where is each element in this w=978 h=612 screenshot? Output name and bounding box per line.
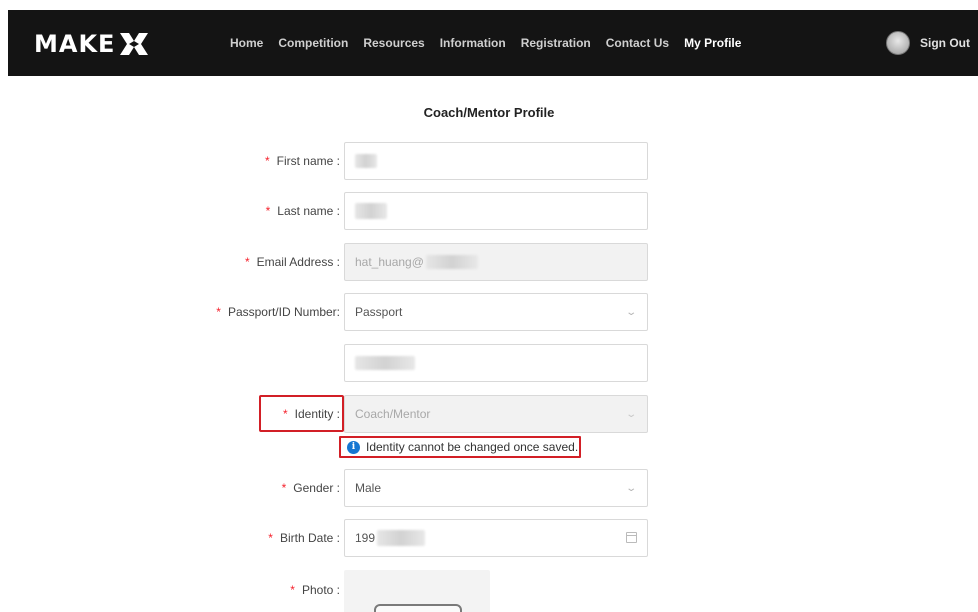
required-mark: * — [268, 531, 273, 545]
page-title: Coach/Mentor Profile — [423, 105, 555, 120]
gender-label-wrap: * Gender : — [282, 469, 340, 507]
last-name-label-wrap: * Last name : — [266, 192, 340, 230]
passport-type-value: Passport — [355, 305, 403, 319]
last-name-label: Last name : — [277, 204, 340, 218]
email-label: Email Address : — [256, 255, 340, 269]
birth-date-label-wrap: * Birth Date : — [268, 519, 340, 557]
first-name-row: * First name : — [0, 142, 978, 180]
passport-number-row — [0, 344, 978, 382]
nav-registration[interactable]: Registration — [521, 36, 591, 50]
required-mark: * — [264, 154, 270, 168]
nav-information[interactable]: Information — [440, 36, 506, 50]
identity-select: Coach/Mentor ⌄ — [344, 395, 648, 433]
required-mark: * — [216, 305, 221, 319]
gender-value: Male — [355, 481, 382, 495]
logo-x-mark-icon — [120, 33, 149, 55]
redacted-value — [377, 530, 426, 546]
first-name-label: First name : — [276, 154, 340, 168]
passport-row: * Passport/ID Number: Passport ⌄ — [0, 293, 978, 331]
calendar-icon[interactable] — [626, 532, 637, 543]
email-row: * Email Address : hat_huang@ — [0, 243, 978, 281]
required-mark: * — [290, 583, 295, 597]
required-mark: * — [281, 481, 287, 495]
required-mark: * — [244, 255, 250, 269]
logo-text: MAKE — [34, 30, 116, 58]
identity-row: * Identity : Coach/Mentor ⌄ — [0, 395, 978, 433]
gender-select[interactable]: Male ⌄ — [344, 469, 648, 507]
email-label-wrap: * Email Address : — [245, 243, 340, 281]
chevron-down-icon: ⌄ — [624, 483, 637, 494]
identity-notice-text: Identity cannot be changed once saved. — [366, 440, 579, 454]
makex-logo[interactable]: MAKE — [34, 30, 149, 58]
birth-date-row: * Birth Date : 199 — [0, 519, 978, 557]
user-area: Sign Out — [886, 10, 970, 76]
passport-type-select[interactable]: Passport ⌄ — [344, 293, 648, 331]
last-name-input[interactable] — [344, 192, 648, 230]
last-name-row: * Last name : — [0, 192, 978, 230]
nav-my-profile[interactable]: My Profile — [684, 36, 741, 50]
chevron-down-icon: ⌄ — [624, 307, 637, 318]
identity-value: Coach/Mentor — [355, 407, 431, 421]
photo-label: Photo : — [301, 583, 340, 597]
redacted-value — [355, 154, 377, 168]
identity-notice: i Identity cannot be changed once saved. — [339, 436, 581, 458]
email-value: hat_huang@ — [355, 255, 424, 269]
sign-out-link[interactable]: Sign Out — [920, 36, 970, 50]
first-name-label-wrap: * First name : — [265, 142, 340, 180]
identity-label-highlight — [259, 395, 344, 432]
photo-upload-area[interactable] — [344, 570, 490, 612]
nav-links: Home Competition Resources Information R… — [230, 10, 756, 76]
email-field: hat_huang@ — [344, 243, 648, 281]
photo-label-wrap: * Photo : — [290, 571, 340, 609]
info-circle-icon: i — [347, 440, 360, 454]
first-name-input[interactable] — [344, 142, 648, 180]
redacted-value — [355, 203, 387, 219]
nav-contact-us[interactable]: Contact Us — [606, 36, 669, 50]
passport-label-wrap: * Passport/ID Number: — [216, 293, 340, 331]
birth-date-label: Birth Date : — [279, 531, 340, 545]
upload-photo-button[interactable] — [374, 604, 462, 612]
avatar[interactable] — [886, 31, 910, 55]
nav-resources[interactable]: Resources — [363, 36, 424, 50]
chevron-down-icon: ⌄ — [624, 409, 637, 420]
passport-label: Passport/ID Number: — [227, 305, 340, 319]
nav-competition[interactable]: Competition — [278, 36, 348, 50]
gender-label: Gender : — [293, 481, 340, 495]
required-mark: * — [265, 204, 271, 218]
nav-home[interactable]: Home — [230, 36, 263, 50]
redacted-value — [355, 356, 415, 370]
birth-date-picker[interactable]: 199 — [344, 519, 648, 557]
redacted-value — [425, 255, 478, 269]
gender-row: * Gender : Male ⌄ — [0, 469, 978, 507]
birth-date-value: 199 — [355, 531, 376, 545]
top-navbar: MAKE Home Competition Resources Informat… — [8, 10, 978, 76]
passport-number-input[interactable] — [344, 344, 648, 382]
